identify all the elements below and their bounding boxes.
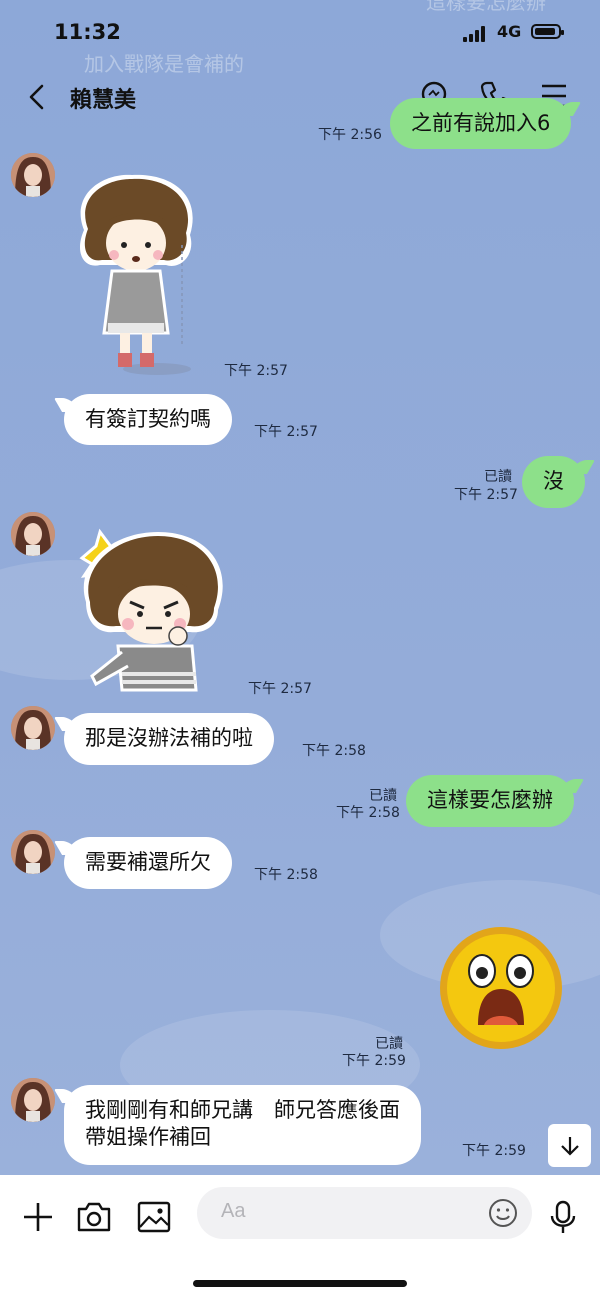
chat-title: 賴慧美 bbox=[70, 88, 137, 113]
network-type: 4G bbox=[497, 22, 522, 41]
message-bubble-incoming[interactable]: 需要補還所欠 bbox=[64, 837, 232, 889]
message-time: 下午 2:57 bbox=[254, 424, 318, 440]
message-line: 帶姐操作補回 bbox=[85, 1125, 211, 1149]
avatar[interactable] bbox=[11, 153, 55, 197]
avatar[interactable] bbox=[11, 830, 55, 874]
signal-icon bbox=[463, 26, 489, 42]
message-bubble-incoming[interactable]: 我剛剛有和師兄講 師兄答應後面 帶姐操作補回 bbox=[64, 1085, 421, 1165]
composer-bar bbox=[0, 1175, 600, 1299]
message-input-container bbox=[197, 1187, 532, 1239]
message-time: 下午 2:58 bbox=[254, 867, 318, 883]
avatar[interactable] bbox=[11, 1078, 55, 1122]
avatar[interactable] bbox=[11, 512, 55, 556]
message-bubble-outgoing[interactable]: 沒 bbox=[522, 456, 585, 508]
girl-standing-sticker[interactable] bbox=[62, 165, 210, 380]
message-bubble-outgoing[interactable]: 這樣要怎麼辦 bbox=[406, 775, 574, 827]
plus-icon[interactable] bbox=[18, 1197, 58, 1237]
message-time: 下午 2:58 bbox=[336, 805, 400, 821]
message-input[interactable] bbox=[219, 1199, 473, 1224]
emoji-icon[interactable] bbox=[487, 1197, 519, 1229]
message-bubble-incoming[interactable]: 有簽訂契約嗎 bbox=[64, 394, 232, 445]
message-line: 我剛剛有和師兄講 師兄答應後面 bbox=[85, 1098, 400, 1122]
message-time: 下午 2:57 bbox=[224, 363, 288, 379]
scroll-to-bottom-button[interactable] bbox=[548, 1124, 591, 1167]
message-time: 下午 2:57 bbox=[454, 487, 518, 503]
status-time: 11:32 bbox=[54, 20, 121, 44]
read-receipt: 已讀 bbox=[375, 1036, 403, 1052]
back-icon[interactable] bbox=[24, 80, 52, 114]
message-bubble-outgoing[interactable]: 之前有說加入6 bbox=[390, 98, 572, 149]
image-icon[interactable] bbox=[134, 1197, 174, 1237]
battery-icon bbox=[531, 24, 564, 39]
arrow-down-icon bbox=[560, 1136, 579, 1156]
home-indicator bbox=[193, 1280, 407, 1287]
mic-icon[interactable] bbox=[543, 1197, 583, 1237]
camera-icon[interactable] bbox=[74, 1197, 114, 1237]
message-time: 下午 2:59 bbox=[342, 1053, 406, 1069]
message-bubble-incoming[interactable]: 那是沒辦法補的啦 bbox=[64, 713, 274, 765]
shocked-face-emoji[interactable] bbox=[438, 925, 564, 1051]
message-time: 下午 2:59 bbox=[462, 1143, 526, 1159]
read-receipt: 已讀 bbox=[484, 469, 512, 485]
message-time: 下午 2:56 bbox=[318, 127, 382, 143]
girl-angry-sticker[interactable] bbox=[68, 528, 232, 692]
read-receipt: 已讀 bbox=[369, 788, 397, 804]
avatar[interactable] bbox=[11, 706, 55, 750]
message-time: 下午 2:57 bbox=[248, 681, 312, 697]
ghost-bubble-top: 這樣要怎麼辦 bbox=[426, 0, 546, 14]
message-time: 下午 2:58 bbox=[302, 743, 366, 759]
